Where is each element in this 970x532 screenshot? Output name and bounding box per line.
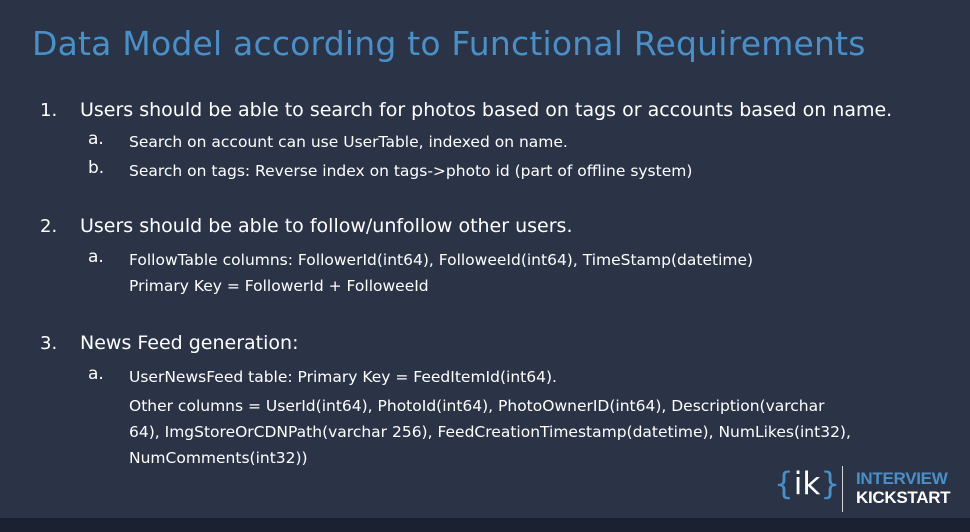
sub-item-line: 64), ImgStoreOrCDNPath(varchar 256), Fee… [129, 423, 851, 441]
list-item-3: 3. News Feed generation: [40, 332, 298, 354]
list-item-text: News Feed generation: [80, 332, 299, 354]
list-item-number: 3. [40, 333, 58, 354]
sub-item-line: Search on account can use UserTable, ind… [129, 133, 568, 151]
list-item-1: 1. Users should be able to search for pho… [40, 99, 892, 121]
sub-item-line: Other columns = UserId(int64), PhotoId(i… [129, 397, 825, 415]
sub-item-line: UserNewsFeed table: Primary Key = FeedIt… [129, 368, 557, 386]
list-item-text: Users should be able to follow/unfollow … [80, 215, 573, 237]
logo-text-kickstart: KICKSTART [856, 488, 951, 507]
sub-item-line: FollowTable columns: FollowerId(int64), … [129, 251, 754, 269]
list-item-text: Users should be able to search for photo… [80, 99, 893, 121]
bottom-bar [0, 518, 970, 532]
sub-item-line: Search on tags: Reverse index on tags->p… [129, 162, 693, 180]
sub-item-letter: b. [88, 158, 105, 178]
interview-kickstart-logo: {ik} INTERVIEW KICKSTART [774, 466, 970, 512]
logo-divider [842, 466, 843, 512]
sub-item-line: Primary Key = FollowerId + FolloweeId [129, 277, 429, 295]
sub-item-letter: a. [88, 129, 104, 149]
list-item-2: 2. Users should be able to follow/unfollo… [40, 215, 572, 237]
sub-item-line: NumComments(int32)) [129, 449, 308, 467]
slide-title: Data Model according to Functional Requi… [32, 24, 866, 63]
logo-text-interview: INTERVIEW [856, 469, 948, 488]
sub-item-letter: a. [88, 247, 104, 267]
slide: Data Model according to Functional Requi… [0, 0, 970, 532]
list-item-number: 2. [40, 216, 58, 237]
list-item-number: 1. [40, 100, 58, 121]
sub-item-letter: a. [88, 364, 104, 384]
ik-logo-mark: {ik} [774, 466, 841, 502]
